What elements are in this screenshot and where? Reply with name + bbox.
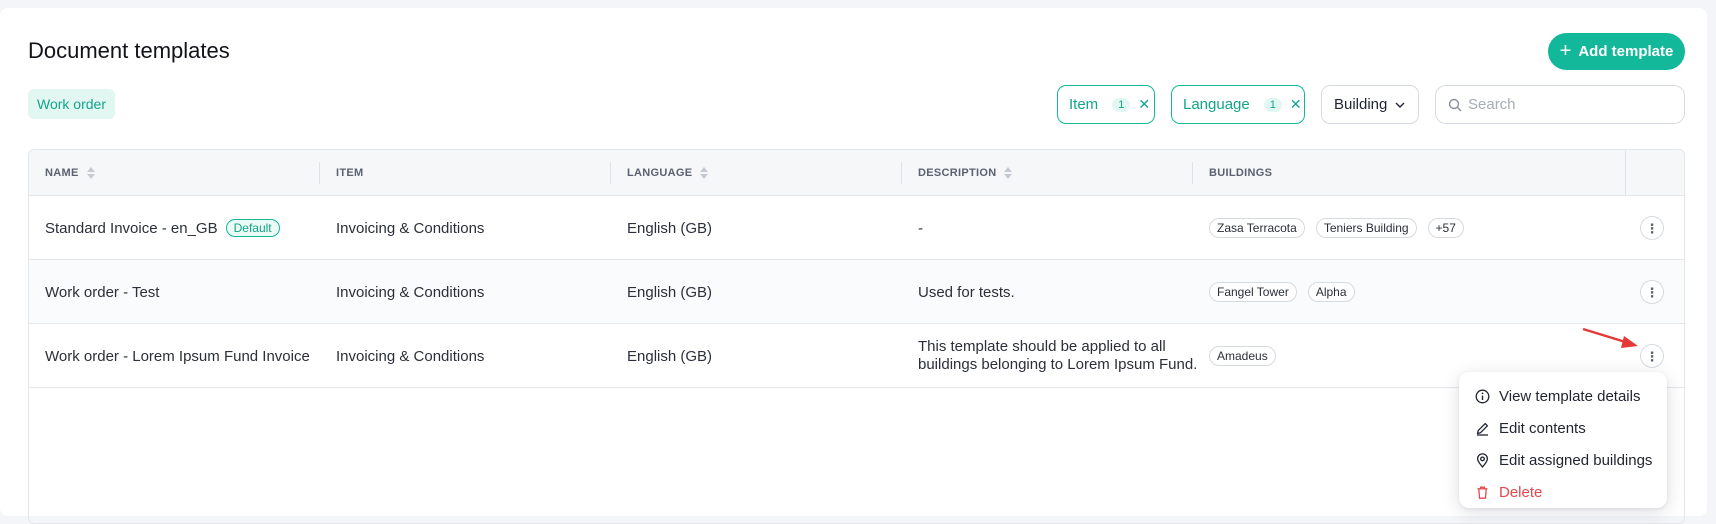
- menu-item-edit-contents[interactable]: Edit contents: [1459, 412, 1667, 444]
- chevron-down-icon: [1395, 102, 1405, 108]
- cell-language: English (GB): [627, 219, 713, 237]
- col-header-description[interactable]: DESCRIPTION: [902, 150, 1192, 196]
- row-actions-button[interactable]: ⋮: [1640, 344, 1664, 368]
- info-icon: [1475, 389, 1490, 403]
- annotation-arrow-icon: [1582, 327, 1638, 348]
- filter-item-label: Item: [1069, 96, 1099, 113]
- building-chip: Zasa Terracota: [1209, 218, 1305, 238]
- row-actions-menu: View template details Edit contents Edit…: [1459, 372, 1667, 508]
- close-icon[interactable]: ✕: [1290, 96, 1302, 113]
- sort-icon[interactable]: [700, 167, 709, 179]
- table-row[interactable]: Work order - Test Invoicing & Conditions…: [29, 260, 1684, 324]
- table-row[interactable]: Work order - Lorem Ipsum Fund Invoice In…: [29, 324, 1684, 388]
- search-box[interactable]: [1435, 85, 1685, 124]
- column-divider: [1625, 150, 1626, 196]
- filter-chip-language[interactable]: Language 1 ✕: [1171, 85, 1305, 124]
- more-vertical-icon: ⋮: [1645, 348, 1659, 364]
- cell-item: Invoicing & Conditions: [336, 347, 485, 365]
- row-actions-button[interactable]: ⋮: [1640, 280, 1664, 304]
- row-actions-button[interactable]: ⋮: [1640, 216, 1664, 240]
- filter-language-count: 1: [1263, 97, 1282, 112]
- cell-description: Used for tests.: [918, 283, 1015, 301]
- table-header: NAME ITEM LANGUAGE DESCRIPTION BUILDINGS: [29, 150, 1684, 196]
- sort-icon[interactable]: [1004, 167, 1013, 179]
- sort-icon[interactable]: [86, 167, 95, 179]
- page-card: Document templates + Add template Work o…: [0, 8, 1707, 524]
- more-vertical-icon: ⋮: [1645, 284, 1659, 300]
- work-order-tag[interactable]: Work order: [28, 89, 115, 119]
- building-filter-dropdown[interactable]: Building: [1321, 85, 1419, 124]
- col-header-buildings: BUILDINGS: [1209, 167, 1273, 179]
- cell-item: Invoicing & Conditions: [336, 219, 485, 237]
- building-chip: Amadeus: [1209, 346, 1276, 366]
- col-header-language[interactable]: LANGUAGE: [611, 150, 901, 196]
- more-buildings-chip[interactable]: +57: [1427, 218, 1464, 238]
- cell-language: English (GB): [627, 347, 713, 365]
- building-filter-label: Building: [1334, 96, 1388, 113]
- more-vertical-icon: ⋮: [1645, 220, 1659, 236]
- menu-item-delete[interactable]: Delete: [1459, 476, 1667, 508]
- templates-table: NAME ITEM LANGUAGE DESCRIPTION BUILDINGS: [28, 149, 1685, 524]
- cell-language: English (GB): [627, 283, 713, 301]
- building-chip: Teniers Building: [1315, 218, 1417, 238]
- cell-buildings: Zasa Terracota Teniers Building +57: [1193, 196, 1475, 260]
- add-template-button[interactable]: + Add template: [1548, 33, 1685, 70]
- building-chip: Alpha: [1307, 282, 1355, 302]
- search-input[interactable]: [1468, 96, 1668, 113]
- col-header-name[interactable]: NAME: [29, 150, 319, 196]
- location-pin-icon: [1476, 452, 1489, 468]
- table-row[interactable]: Standard Invoice - en_GB Default Invoici…: [29, 196, 1684, 260]
- cell-name: Standard Invoice - en_GB Default: [29, 196, 280, 260]
- cell-item: Invoicing & Conditions: [336, 283, 485, 301]
- close-icon[interactable]: ✕: [1138, 96, 1150, 113]
- cell-description: -: [918, 219, 923, 237]
- cell-buildings: Amadeus: [1193, 324, 1287, 388]
- filter-language-label: Language: [1183, 96, 1250, 113]
- cell-name: Work order - Test: [45, 283, 160, 301]
- cell-name: Work order - Lorem Ipsum Fund Invoice: [45, 347, 310, 365]
- page-title: Document templates: [28, 38, 230, 63]
- col-header-item: ITEM: [336, 167, 364, 179]
- search-icon: [1448, 98, 1462, 111]
- plus-icon: +: [1559, 39, 1572, 62]
- default-badge: Default: [225, 219, 280, 237]
- cell-description: This template should be applied to all b…: [918, 338, 1198, 373]
- menu-item-edit-buildings[interactable]: Edit assigned buildings: [1459, 444, 1667, 476]
- trash-icon: [1477, 486, 1488, 499]
- cell-buildings: Fangel Tower Alpha: [1193, 260, 1366, 324]
- filter-chip-item[interactable]: Item 1 ✕: [1057, 85, 1155, 124]
- menu-item-view-details[interactable]: View template details: [1459, 380, 1667, 412]
- pen-icon: [1476, 422, 1489, 436]
- filter-item-count: 1: [1112, 97, 1131, 112]
- building-chip: Fangel Tower: [1209, 282, 1297, 302]
- add-template-label: Add template: [1578, 43, 1674, 60]
